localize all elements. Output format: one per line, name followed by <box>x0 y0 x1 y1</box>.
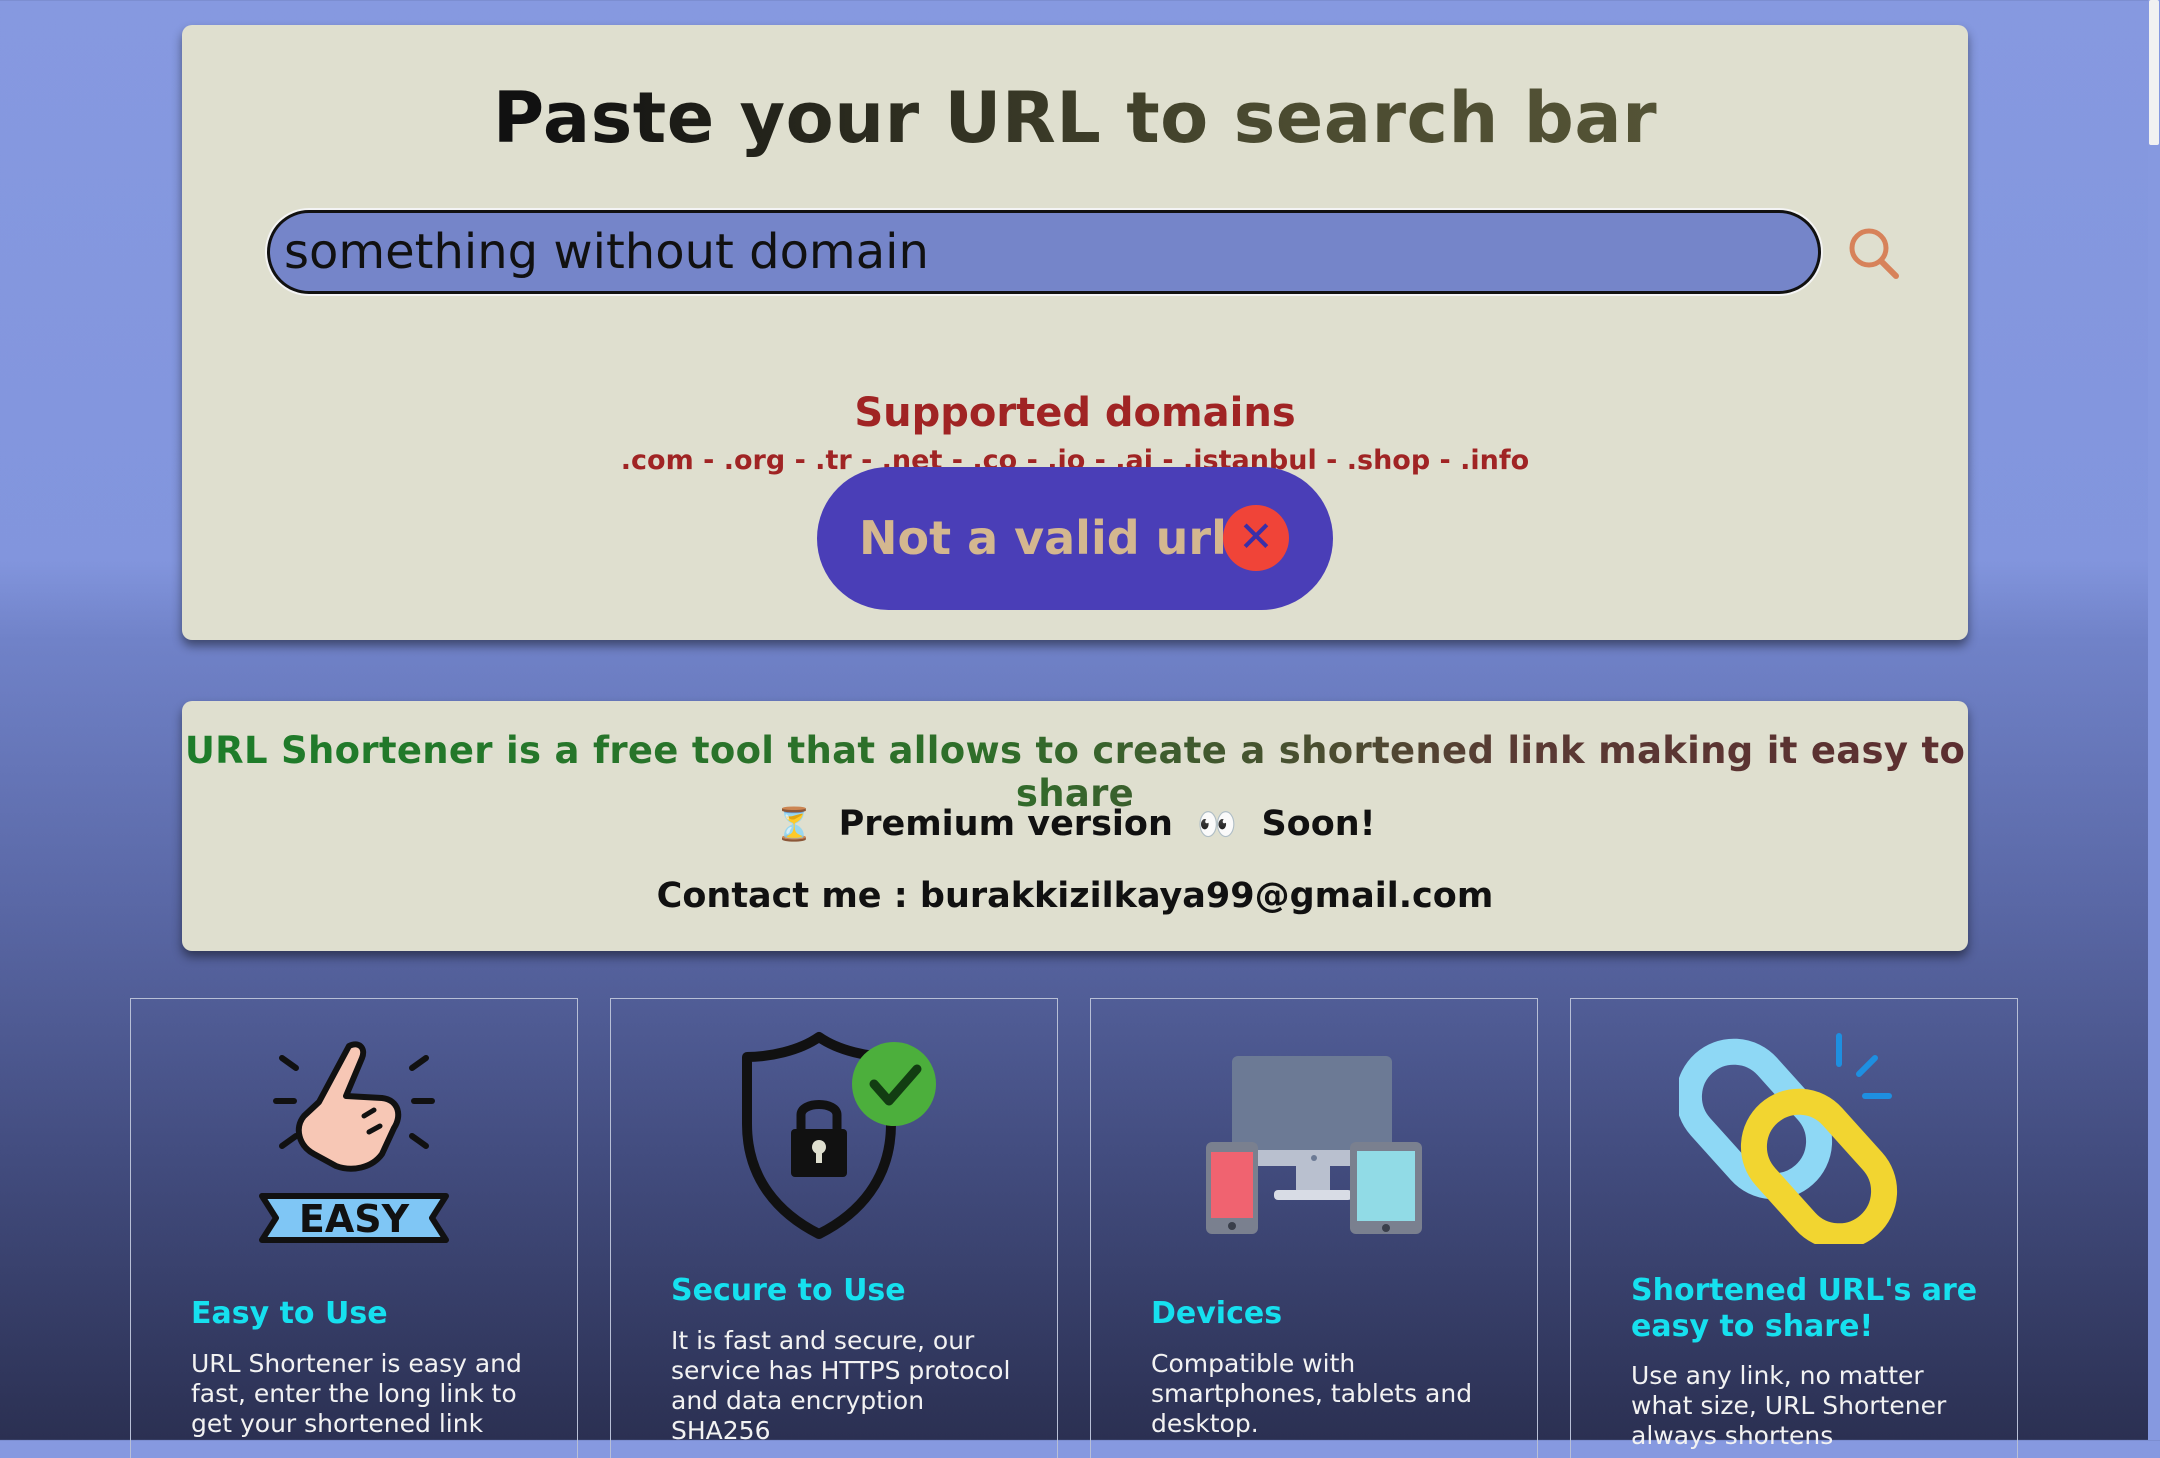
feature-description: Use any link, no matter what size, URL S… <box>1631 1361 1947 1450</box>
feature-title: Devices <box>1151 1296 1283 1331</box>
scrollbar[interactable] <box>2148 0 2160 1440</box>
supported-domains-title: Supported domains <box>854 390 1296 436</box>
easy-click-icon: EASY <box>131 1036 577 1260</box>
url-input-card: Paste your URL to search bar Supported d… <box>182 25 1968 640</box>
feature-description: It is fast and secure, our service has H… <box>671 1326 1011 1445</box>
search-icon[interactable] <box>1846 225 1902 281</box>
error-toast: Not a valid url. ✕ <box>817 467 1333 610</box>
feature-title: Shortened URL's are easy to share! <box>1631 1273 1978 1344</box>
feature-title: Secure to Use <box>671 1273 906 1308</box>
feature-easy: EASY Easy to Use URL Shortener is easy a… <box>130 998 578 1458</box>
feature-share: Shortened URL's are easy to share! Use a… <box>1570 998 2018 1458</box>
url-search-input[interactable] <box>267 210 1821 294</box>
easy-badge-text: EASY <box>299 1197 410 1241</box>
contact-info: Contact me : burakkizilkaya99@gmail.com <box>656 876 1494 916</box>
feature-secure: Secure to Use It is fast and secure, our… <box>610 998 1058 1458</box>
close-icon[interactable]: ✕ <box>1223 505 1289 571</box>
premium-label: Premium version <box>838 804 1173 844</box>
eyes-icon: 👀 <box>1197 805 1238 843</box>
page-title: Paste your URL to search bar <box>182 77 1968 159</box>
tagline: URL Shortener is a free tool that allows… <box>182 729 1968 815</box>
devices-icon <box>1091 1054 1537 1248</box>
chain-link-icon <box>1571 1024 2017 1250</box>
premium-row: ⏳ Premium version 👀 Soon! <box>182 804 1968 844</box>
feature-devices: Devices Compatible with smartphones, tab… <box>1090 998 1538 1458</box>
scrollbar-thumb[interactable] <box>2149 0 2159 145</box>
feature-description: URL Shortener is easy and fast, enter th… <box>191 1349 522 1438</box>
feature-description: Compatible with smartphones, tablets and… <box>1151 1349 1473 1438</box>
error-message: Not a valid url. <box>859 511 1245 565</box>
hourglass-icon: ⏳ <box>774 805 815 843</box>
soon-label: Soon! <box>1261 804 1376 844</box>
info-card: URL Shortener is a free tool that allows… <box>182 701 1968 951</box>
feature-title: Easy to Use <box>191 1296 388 1331</box>
shield-lock-icon <box>611 1029 1057 1253</box>
